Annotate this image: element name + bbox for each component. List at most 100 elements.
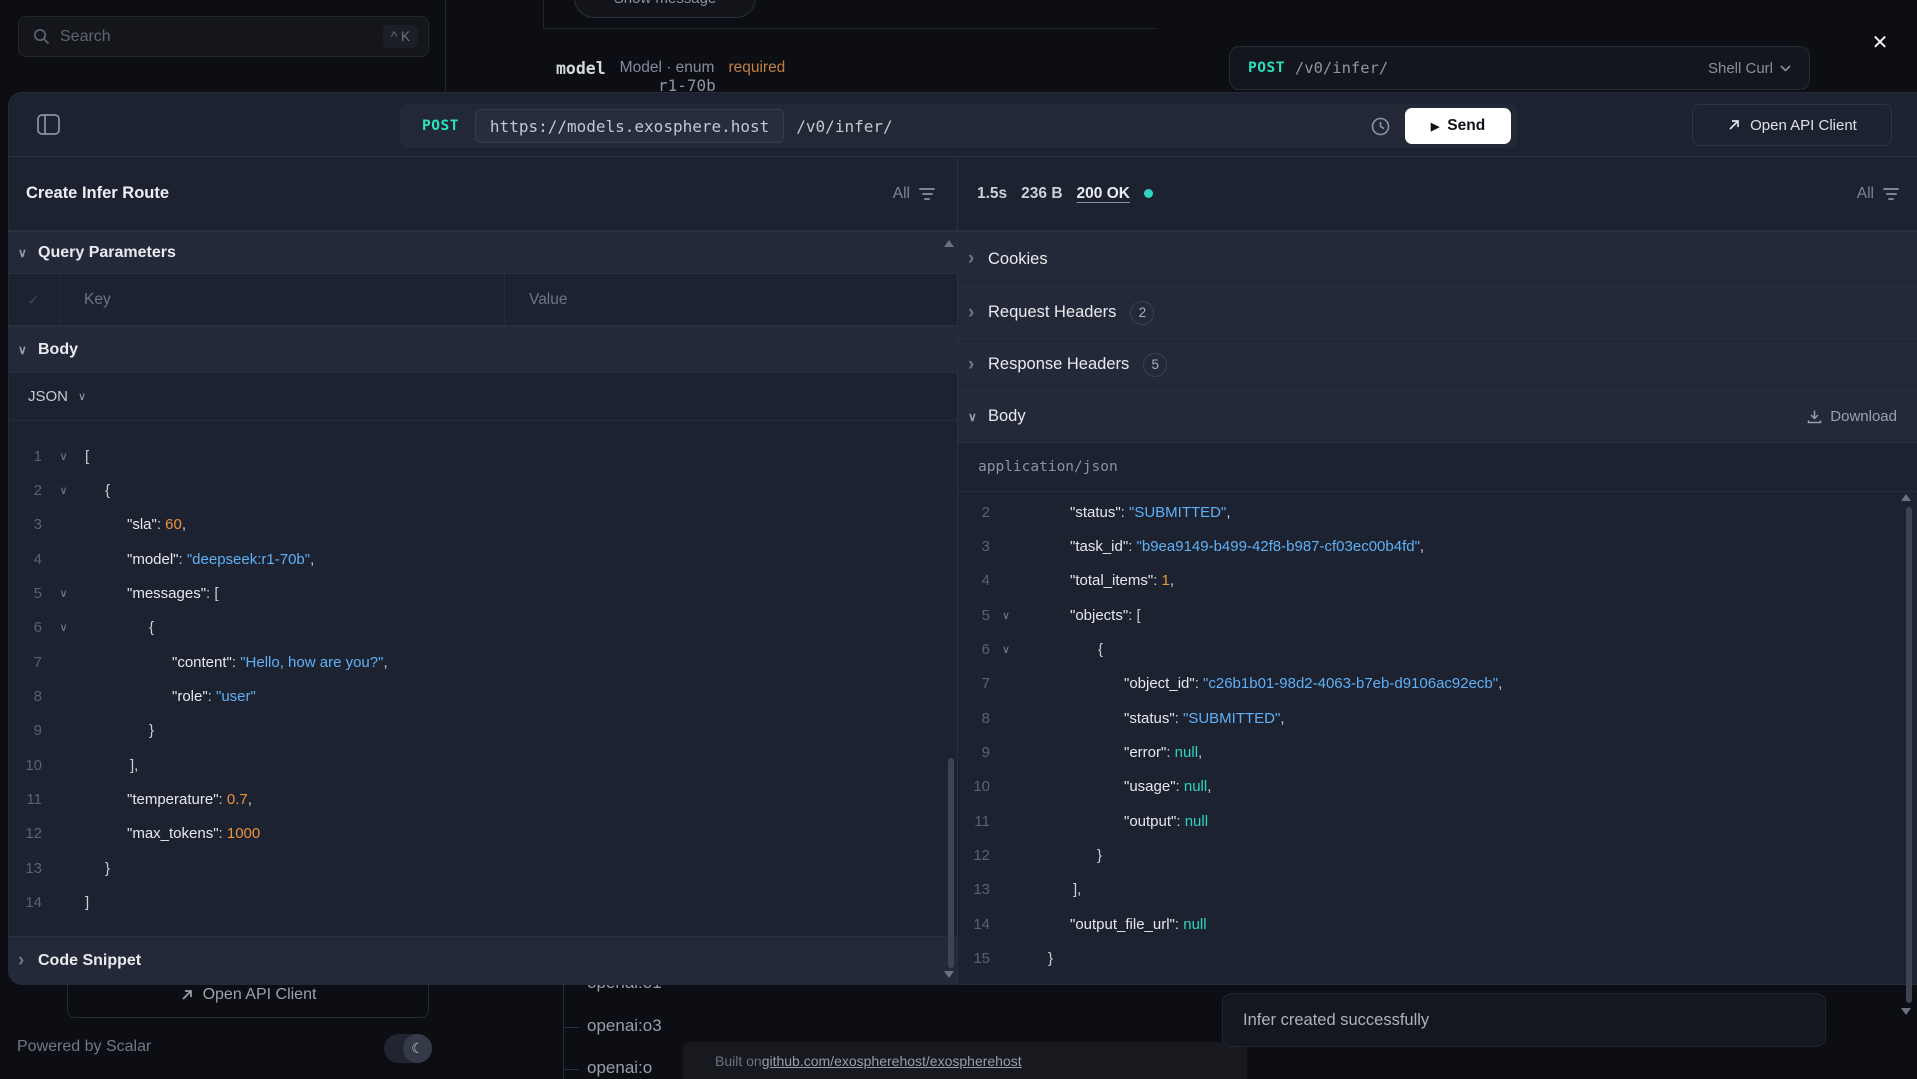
- code-text: [: [85, 449, 89, 464]
- code-line[interactable]: 12"max_tokens": 1000: [8, 817, 948, 851]
- line-number: 6: [8, 619, 42, 636]
- app-screen: Search ^ K Show message model Model · en…: [0, 0, 1917, 1079]
- open-api-client-button[interactable]: Open API Client: [1692, 104, 1892, 146]
- send-button[interactable]: ▶ Send: [1405, 108, 1511, 144]
- sidebar-toggle-button[interactable]: [36, 112, 61, 137]
- code-line[interactable]: 2∨{: [8, 473, 948, 507]
- line-number: 7: [8, 654, 42, 671]
- code-text: "status": "SUBMITTED",: [1048, 711, 1285, 726]
- fold-chevron-icon[interactable]: ∨: [990, 643, 1048, 656]
- line-number: 10: [8, 757, 42, 774]
- show-message-button[interactable]: Show message: [574, 0, 756, 18]
- code-line[interactable]: 6∨{: [8, 611, 948, 645]
- code-line[interactable]: 12}: [958, 838, 1903, 872]
- dark-mode-toggle[interactable]: ☾: [384, 1034, 432, 1063]
- toast-notification: Infer created successfully: [1222, 993, 1826, 1047]
- language-selector[interactable]: Shell Curl: [1708, 60, 1791, 77]
- section-request-headers[interactable]: › Request Headers 2: [958, 287, 1917, 339]
- scroll-down-arrow[interactable]: [1901, 1008, 1911, 1015]
- code-line[interactable]: 10"usage": null,: [958, 770, 1903, 804]
- field-meta: Model · enum: [620, 59, 715, 77]
- code-text: "status": "SUBMITTED",: [1048, 505, 1231, 520]
- address-bar[interactable]: POST https://models.exosphere.host /v0/i…: [400, 104, 1517, 148]
- section-response-body[interactable]: ∨ Body Download: [958, 391, 1917, 443]
- base-url-field[interactable]: https://models.exosphere.host: [475, 109, 784, 143]
- check-icon: ✓: [27, 291, 40, 309]
- section-request-body[interactable]: ∨ Body: [8, 326, 957, 373]
- fold-chevron-icon[interactable]: ∨: [42, 484, 85, 497]
- right-scrollbar-thumb[interactable]: [1906, 507, 1912, 1003]
- code-line[interactable]: 7"object_id": "c26b1b01-98d2-4063-b7eb-d…: [958, 667, 1903, 701]
- code-text: {: [1048, 642, 1103, 657]
- code-line[interactable]: 15}: [958, 941, 1903, 975]
- code-text: }: [1048, 951, 1053, 966]
- code-line[interactable]: 4"total_items": 1,: [958, 564, 1903, 598]
- fold-chevron-icon[interactable]: ∨: [42, 621, 85, 634]
- line-number: 6: [958, 641, 990, 658]
- code-line[interactable]: 6∨{: [958, 632, 1903, 666]
- param-key-input[interactable]: Key: [60, 274, 505, 325]
- code-text: }: [85, 723, 154, 738]
- code-line[interactable]: 7"content": "Hello, how are you?",: [8, 645, 948, 679]
- github-link[interactable]: github.com/exospherehost/exospherehost: [762, 1053, 1022, 1069]
- search-placeholder: Search: [60, 28, 383, 46]
- chevron-down-icon: ∨: [8, 246, 38, 260]
- scroll-up-arrow[interactable]: [1901, 494, 1911, 501]
- code-line[interactable]: 8"role": "user": [8, 679, 948, 713]
- fold-chevron-icon[interactable]: ∨: [990, 609, 1048, 622]
- code-line[interactable]: 5∨"objects": [: [958, 598, 1903, 632]
- search-input[interactable]: Search ^ K: [18, 16, 429, 57]
- section-response-headers[interactable]: › Response Headers 5: [958, 339, 1917, 391]
- close-button[interactable]: ✕: [1862, 24, 1898, 60]
- status-code[interactable]: 200 OK: [1077, 185, 1130, 203]
- built-on-footer: Built on github.com/exospherehost/exosph…: [683, 1042, 1247, 1079]
- scroll-down-arrow[interactable]: [944, 971, 954, 978]
- body-format-select[interactable]: JSON ∨: [8, 373, 957, 421]
- code-line[interactable]: 11 "temperature": 0.7,: [8, 782, 948, 816]
- method-badge: POST: [422, 118, 459, 134]
- fold-chevron-icon[interactable]: ∨: [42, 450, 85, 463]
- code-line[interactable]: 2"status": "SUBMITTED",: [958, 495, 1903, 529]
- chevron-down-icon: ∨: [8, 343, 38, 357]
- code-line[interactable]: 3"sla": 60,: [8, 508, 948, 542]
- fold-chevron-icon[interactable]: ∨: [42, 587, 85, 600]
- response-body-viewer[interactable]: 2"status": "SUBMITTED",3"task_id": "b9ea…: [958, 492, 1903, 975]
- code-line[interactable]: 1∨[: [8, 439, 948, 473]
- request-preview[interactable]: POST /v0/infer/ Shell Curl: [1229, 46, 1810, 90]
- enum-item-openai-partial[interactable]: openai:o: [587, 1058, 652, 1078]
- section-query-parameters[interactable]: ∨ Query Parameters: [8, 231, 957, 274]
- code-line[interactable]: 13],: [958, 873, 1903, 907]
- code-line[interactable]: 14]: [8, 885, 948, 919]
- close-icon: ✕: [1872, 30, 1889, 55]
- code-line[interactable]: 5∨"messages": [: [8, 576, 948, 610]
- param-value-input[interactable]: Value: [505, 274, 957, 325]
- code-line[interactable]: 14"output_file_url": null: [958, 907, 1903, 941]
- section-code-snippet[interactable]: › Code Snippet: [8, 936, 957, 985]
- history-button[interactable]: [1370, 116, 1391, 137]
- code-line[interactable]: 3"task_id": "b9ea9149-b499-42f8-b987-cf0…: [958, 529, 1903, 563]
- tree-tick: [563, 1027, 579, 1028]
- request-filter-button[interactable]: All: [893, 185, 935, 203]
- param-enabled-checkbox[interactable]: ✓: [8, 274, 60, 325]
- line-number: 11: [8, 791, 42, 808]
- code-line[interactable]: 8 "status": "SUBMITTED",: [958, 701, 1903, 735]
- scroll-up-arrow[interactable]: [944, 240, 954, 247]
- line-number: 8: [958, 710, 990, 727]
- download-button[interactable]: Download: [1807, 408, 1917, 425]
- response-filter-button[interactable]: All: [1857, 185, 1899, 203]
- code-text: "task_id": "b9ea9149-b499-42f8-b987-cf03…: [1048, 539, 1424, 554]
- request-panel-header: Create Infer Route All: [8, 157, 957, 231]
- section-cookies[interactable]: › Cookies: [958, 231, 1917, 287]
- code-line[interactable]: 9}: [8, 714, 948, 748]
- bg-divider: [543, 0, 544, 28]
- enum-item-openai-o3[interactable]: openai:o3: [587, 1016, 662, 1036]
- path-field[interactable]: /v0/infer/: [796, 117, 892, 136]
- code-line[interactable]: 11"output": null: [958, 804, 1903, 838]
- code-line[interactable]: 4"model": "deepseek:r1-70b",: [8, 542, 948, 576]
- left-scrollbar-thumb[interactable]: [948, 758, 954, 968]
- code-line[interactable]: 9"error": null,: [958, 735, 1903, 769]
- code-text: "temperature": 0.7,: [85, 792, 252, 807]
- code-line[interactable]: 13}: [8, 851, 948, 885]
- request-body-editor[interactable]: 1∨[2∨{3"sla": 60,4"model": "deepseek:r1-…: [8, 421, 948, 936]
- code-line[interactable]: 10],: [8, 748, 948, 782]
